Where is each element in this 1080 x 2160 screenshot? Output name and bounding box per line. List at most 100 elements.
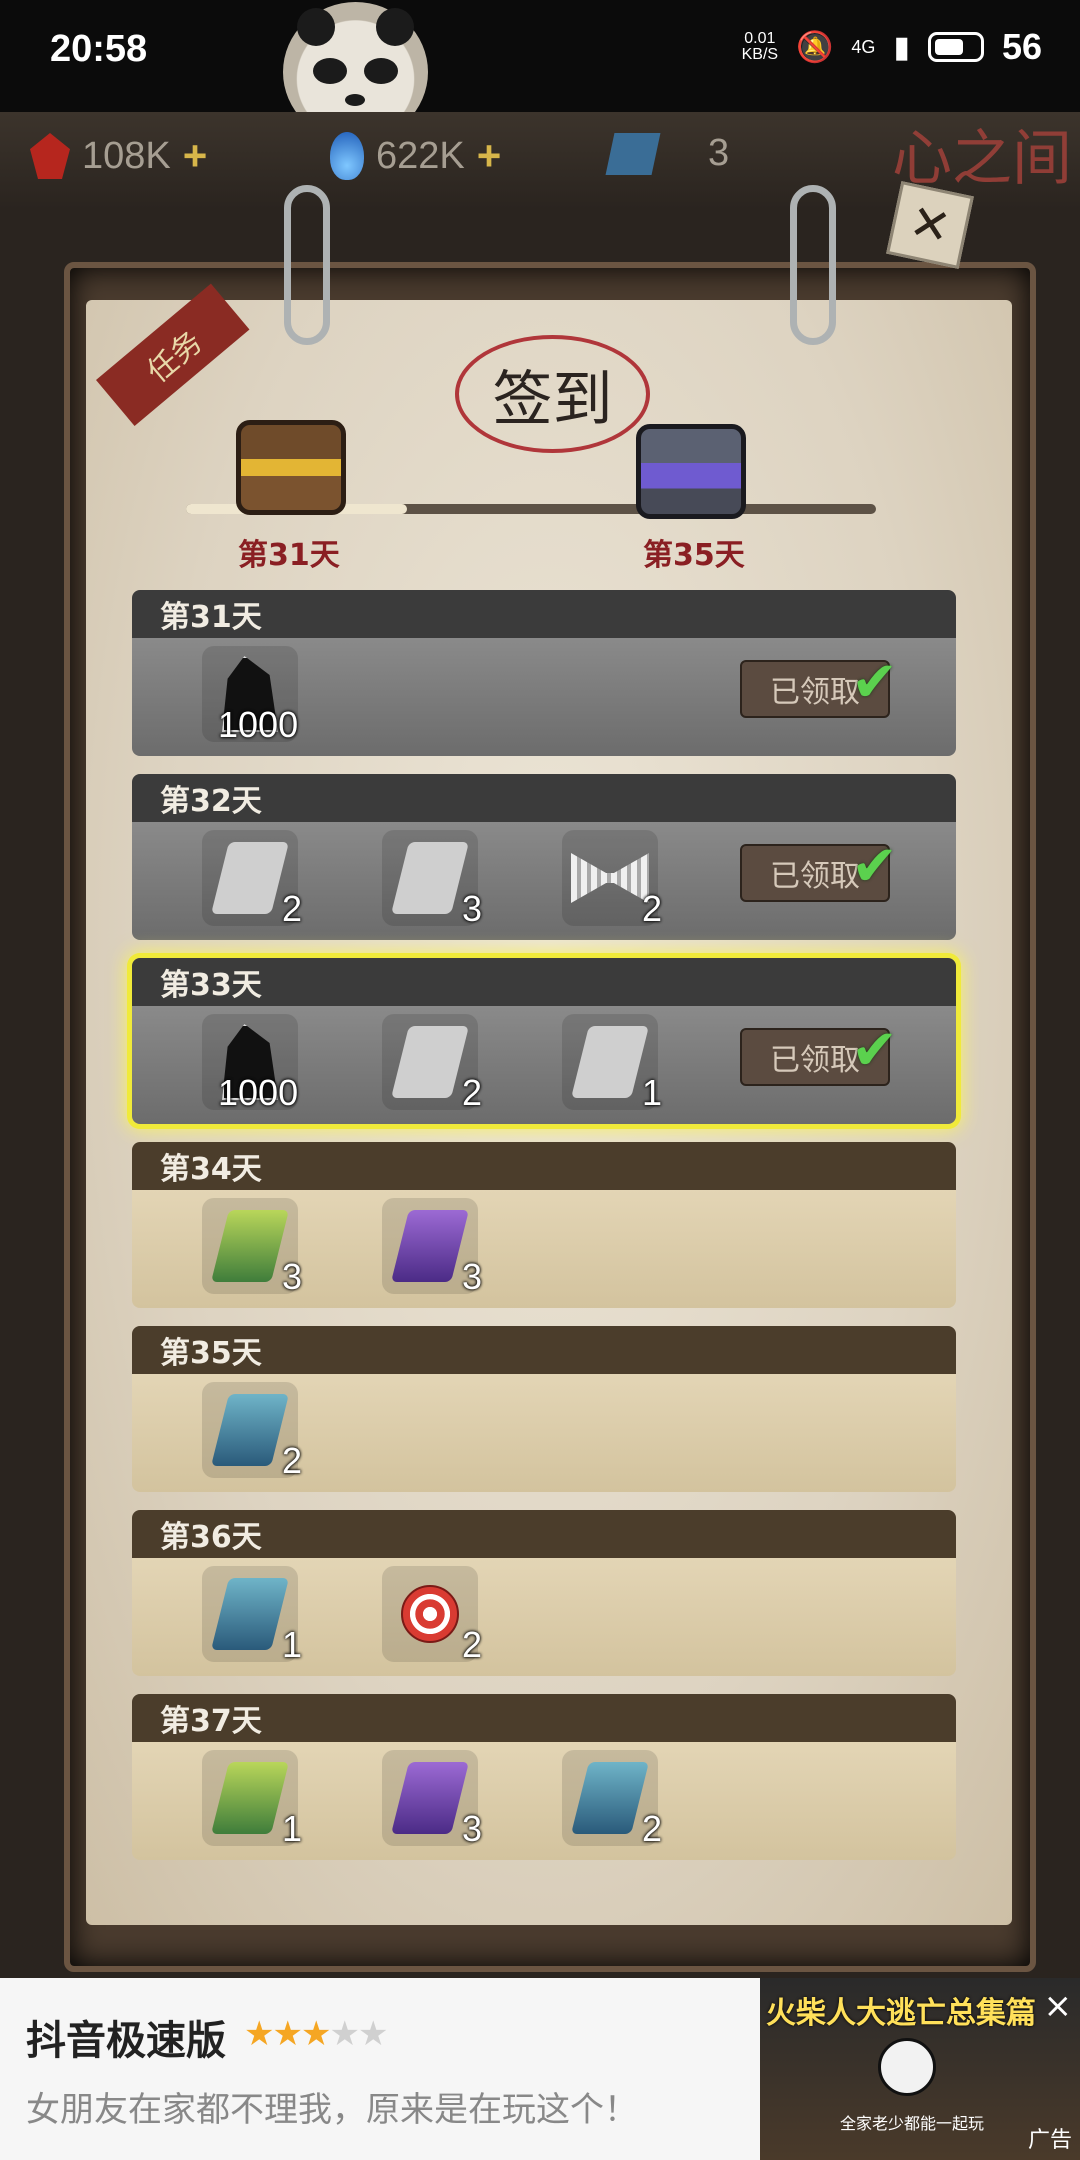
reward-item[interactable]: 1000 [202,646,298,745]
star-icon: ★ [272,2014,303,2054]
net-speed: 0.01 KB/S [742,31,778,63]
reward-count: 2 [281,1440,302,1481]
grey-scroll-icon [571,1026,649,1098]
reward-item[interactable]: 3 [382,1198,482,1297]
reward-count: 3 [281,1256,302,1297]
close-icon[interactable]: ✕ [886,181,974,269]
reward-count: 3 [461,1808,482,1849]
day-label: 第31天 [132,590,956,638]
day-rewards: 1 3 2 [132,1742,956,1860]
day-label: 第36天 [132,1510,956,1558]
reward-count: 2 [461,1072,482,1113]
scroll-count: 3 [708,132,730,174]
stickman-face-icon [878,2038,936,2096]
scroll-resource: 3 [605,132,730,175]
day-rewards: 2 3 2 已领取 ✔ [132,822,956,940]
green-scroll-icon [211,1762,289,1834]
ad-thumbnail[interactable]: 火柴人大逃亡总集篇 全家老少都能一起玩 × 广告 [760,1978,1080,2160]
spirit-resource: 622K + [330,132,501,180]
ad-close-icon[interactable]: × [1044,1986,1073,2026]
reward-item[interactable]: 1000 [202,1014,298,1113]
bow-icon [571,853,649,903]
reward-item[interactable]: 2 [202,1382,302,1481]
day-label: 第32天 [132,774,956,822]
reward-count: 2 [461,1624,482,1665]
reward-item[interactable]: 2 [382,1566,482,1665]
checkmark-icon: ✔ [851,1018,898,1083]
reward-count: 1 [281,1624,302,1665]
battery-level: 56 [1001,26,1042,67]
reward-item[interactable]: 3 [202,1198,302,1297]
day-rewards: 1000 2 1 已领取 ✔ [132,1006,956,1124]
reward-item[interactable]: 2 [562,1750,662,1849]
purple-chest-icon[interactable] [636,424,746,519]
ad-banner[interactable]: 抖音极速版 ★★★★★ 女朋友在家都不理我，原来是在玩这个！ 火柴人大逃亡总集篇… [0,1978,1080,2160]
reward-item[interactable]: 3 [382,830,482,929]
day-row[interactable]: 第35天 2 [132,1326,956,1492]
reward-item[interactable]: 2 [382,1014,482,1113]
mute-icon: 🔕 [796,30,834,64]
green-scroll-icon [211,1210,289,1282]
day-row[interactable]: 第32天 2 3 2 已领取 ✔ [132,774,956,940]
reward-count: 2 [641,1808,662,1849]
blue-flame-icon [330,132,364,180]
battery-icon [927,32,984,62]
panda-eye-right [364,58,398,84]
clock: 20:58 [50,28,148,70]
reward-count: 1 [281,1808,302,1849]
add-gems-button[interactable]: + [183,132,208,180]
reward-item[interactable]: 2 [202,830,302,929]
panda-nose [345,94,365,106]
day-label: 第37天 [132,1694,956,1742]
spirit-count: 622K [376,134,465,177]
ad-app-name[interactable]: 抖音极速版 [26,2008,226,2066]
reward-count: 1000 [218,1072,299,1113]
day-label: 第33天 [132,958,956,1006]
red-gem-icon [30,133,70,179]
reward-count: 1000 [218,704,299,745]
teal-scroll-icon [571,1762,649,1834]
grey-scroll-icon [391,1026,469,1098]
gem-count: 108K [82,134,171,177]
day-row[interactable]: 第37天 1 3 2 [132,1694,956,1860]
grey-scroll-icon [391,842,469,914]
scroll-icon [605,132,661,175]
ad-thumb-title: 火柴人大逃亡总集篇 [766,1996,1036,2031]
day-row[interactable]: 第33天 1000 2 1 已领取 ✔ [132,958,956,1124]
status-bar: 20:58 0.01 KB/S 🔕 4G ▮ 56 [0,0,1080,112]
reward-count: 2 [641,888,662,929]
day-row[interactable]: 第31天 1000 已领取 ✔ [132,590,956,756]
gold-chest-icon[interactable] [236,420,346,515]
star-icon: ★ [357,2014,389,2054]
lollipop-icon [401,1585,459,1643]
star-icon: ★ [329,2014,360,2054]
panda-eye-left [313,58,347,84]
ad-description[interactable]: 女朋友在家都不理我，原来是在玩这个！ [26,2082,638,2131]
day-rewards: 2 [132,1374,956,1492]
ad-thumb-caption: 全家老少都能一起玩 [840,2114,985,2133]
day-label: 第35天 [132,1326,956,1374]
ring-left [284,185,330,345]
reward-item[interactable]: 1 [202,1750,302,1849]
reward-count: 1 [641,1072,662,1113]
day-rewards: 12 [132,1558,956,1676]
reward-item[interactable]: 3 [382,1750,482,1849]
checkmark-icon: ✔ [851,834,898,899]
reward-item[interactable]: 1 [562,1014,662,1113]
day-row[interactable]: 第36天 1 2 [132,1510,956,1676]
add-spirit-button[interactable]: + [477,132,502,180]
net-speed-value: 0.01 [744,30,776,47]
net-speed-unit: KB/S [741,46,779,63]
ad-label: 广告 [1027,2128,1072,2153]
teal-scroll-icon [211,1394,289,1466]
star-icon: ★ [300,2014,332,2054]
day-rewards: 1000 已领取 ✔ [132,638,956,756]
reward-count: 3 [461,1256,482,1297]
reward-item[interactable]: 1 [202,1566,302,1665]
reward-item[interactable]: 2 [562,830,662,929]
network-type: 4G [851,36,876,57]
reward-count: 3 [461,888,482,929]
checkmark-icon: ✔ [851,650,898,715]
purple-scroll-icon [391,1762,469,1834]
day-row[interactable]: 第34天 3 3 [132,1142,956,1308]
